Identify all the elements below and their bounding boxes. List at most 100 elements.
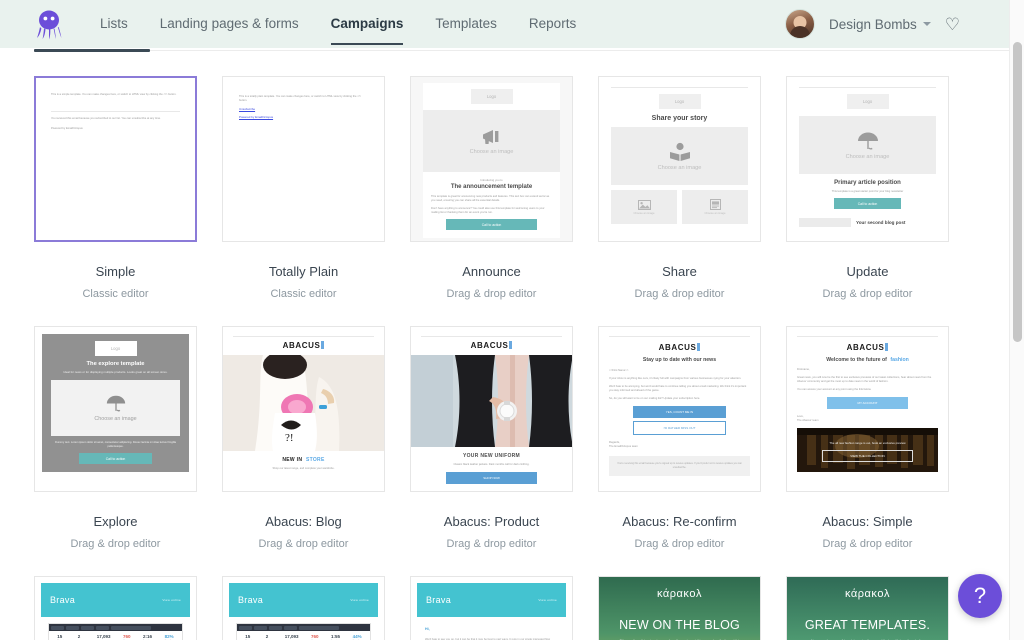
preview-logo: Logo [470,89,513,104]
preview-brand-sub: View online [162,598,181,602]
template-card-totally-plain[interactable]: This is a totally plain template. You ca… [222,76,385,326]
nav-item-lists[interactable]: Lists [84,0,144,48]
template-title: Abacus: Product [443,514,540,529]
preview-para: Never pay for an email template again. U… [787,632,948,640]
template-card-brava-dashboard-2[interactable]: Brava View online 15Projects 2Teams 17,0… [222,576,385,640]
preview-image-placeholder[interactable]: Choose an image [51,379,180,436]
preview-banner: The all new fashion range is out, book a… [797,428,938,473]
template-title: Update [846,264,889,279]
preview-cta-button[interactable]: SHOP NOW [446,472,537,485]
template-card-karakol-blog[interactable]: κάρακоλ NEW ON THE BLOG This month we li… [598,576,761,640]
template-thumbnail[interactable]: ABACUS ?! NEW IN STORE Shop our latest r… [222,326,385,492]
preview-sub-image-1[interactable]: Choose an image [611,190,677,224]
nav-item-reports[interactable]: Reports [513,0,592,48]
template-subtitle: Classic editor [82,288,149,300]
brand-accent-icon [509,341,513,349]
preview-brand: Brava [50,595,76,605]
preview-banner-cta[interactable]: VIEW THE COLLECTION [822,450,913,463]
preview-image-placeholder[interactable]: Choose an image [611,127,748,185]
preview-body: This is a simple template. You can make … [51,93,177,96]
template-title: Share [662,264,697,279]
preview-greeting: <<First Name>> [609,369,629,372]
preview-heading: The explore template [86,361,145,367]
preview-para: Dummy text. Lorem ipsum dolor sit amet, … [55,440,176,448]
brand-accent-icon [697,343,701,351]
template-thumbnail[interactable]: Logo Choose an image Primary article pos… [786,76,949,242]
preview-heading: The announcement template [450,184,533,191]
preview-greeting: Firstname, [797,368,810,371]
nav-item-campaigns[interactable]: Campaigns [315,0,420,48]
template-card-simple[interactable]: This is a simple template. You can make … [34,76,197,326]
subnav-rule-line [34,50,1024,51]
preview-cta-secondary[interactable]: I'D RATHER MISS OUT [632,421,727,436]
template-card-share[interactable]: Logo Share your story Choose an image Ch… [598,76,761,326]
preview-heading: Primary article position [834,180,901,186]
template-thumbnail[interactable]: Brava View online 15Projects 2Teams 17,0… [34,576,197,640]
preview-para-2: Don't have anything to announce? You cou… [431,207,545,215]
template-gallery: This is a simple template. You can make … [0,54,1024,640]
preview-heading-1: Welcome to the future of [826,357,887,363]
preview-para-1: If your inbox is anything like ours, it'… [609,377,742,381]
scrollbar-thumb[interactable] [1013,42,1022,342]
template-thumbnail[interactable]: ABACUS Welcome to the future of fashion … [786,326,949,492]
template-thumbnail[interactable]: Brava View online 15Projects 2Teams 17,0… [222,576,385,640]
preview-brand-bar: Brava View online [229,583,378,617]
template-card-abacus-product[interactable]: ABACUS YOUR NEW UNIFORM Classic black le… [410,326,573,576]
preview-cta-button[interactable]: MY ACCOUNT [826,397,909,410]
account-menu[interactable]: Design Bombs [829,17,931,32]
preview-photo: ?! [223,355,384,451]
template-thumbnail[interactable]: This is a simple template. You can make … [34,76,197,242]
preview-greeting: Hi, [425,627,430,631]
template-card-update[interactable]: Logo Choose an image Primary article pos… [786,76,949,326]
template-card-announce[interactable]: Logo Choose an image Introducing you to [410,76,573,326]
template-subtitle: Drag & drop editor [634,538,725,550]
template-card-abacus-simple[interactable]: ABACUS Welcome to the future of fashion … [786,326,949,576]
help-button[interactable]: ? [958,574,1002,618]
octopus-logo[interactable] [34,8,64,40]
template-thumbnail[interactable]: This is a totally plain template. You ca… [222,76,385,242]
preview-unsubscribe-link[interactable]: Unsubscribe [239,107,368,111]
template-thumbnail[interactable]: ABACUS YOUR NEW UNIFORM Classic black le… [410,326,573,492]
nav-item-landing-pages-forms[interactable]: Landing pages & forms [144,0,315,48]
preview-signoff-2: The EmailOctopus team [609,445,638,449]
template-card-abacus-reconfirm[interactable]: ABACUS Stay up to date with our news <<F… [598,326,761,576]
preview-cta-button[interactable]: Call to action [833,198,902,210]
page-scrollbar[interactable] [1009,0,1024,640]
nav-item-templates[interactable]: Templates [419,0,513,48]
template-thumbnail[interactable]: κάρακоλ GREAT TEMPLATES. Never pay for a… [786,576,949,640]
preview-image-placeholder[interactable]: Choose an image [423,110,560,172]
preview-cta-button[interactable]: Call to action [445,219,538,231]
template-grid: This is a simple template. You can make … [0,54,1024,640]
template-card-karakol-templates[interactable]: κάρακоλ GREAT TEMPLATES. Never pay for a… [786,576,949,640]
template-thumbnail[interactable]: Logo Share your story Choose an image Ch… [598,76,761,242]
template-thumbnail[interactable]: κάρακоλ NEW ON THE BLOG This month we li… [598,576,761,640]
template-card-brava-dashboard-1[interactable]: Brava View online 15Projects 2Teams 17,0… [34,576,197,640]
preview-para-2: We'd hate to be annoying, but we'd would… [609,385,747,393]
template-card-explore[interactable]: Logo The explore template Ideal for news… [34,326,197,576]
preview-powered-link[interactable]: Powered by EmailOctopus [239,115,368,119]
preview-brand: ABACUS [282,341,321,350]
preview-signoff-2: The Abacus' team [797,419,819,423]
template-thumbnail[interactable]: ABACUS Stay up to date with our news <<F… [598,326,761,492]
brand-accent-icon [321,341,325,349]
preview-cta-button[interactable]: Call to action [78,453,153,465]
preview-dashboard: 15Projects 2Teams 17,093Sessions 760User… [236,623,371,640]
chevron-down-icon [922,22,931,26]
template-subtitle: Drag & drop editor [258,538,349,550]
template-thumbnail[interactable]: Logo The explore template Ideal for news… [34,326,197,492]
heart-icon[interactable]: ♡ [945,16,960,33]
template-subtitle: Drag & drop editor [446,288,537,300]
brand-accent-icon [885,343,889,351]
preview-para-2: You can access your account at any point… [797,388,872,392]
template-thumbnail[interactable]: Brava View online Hi, We'd hate to see y… [410,576,573,640]
template-thumbnail[interactable]: Logo Choose an image Introducing you to [410,76,573,242]
picture-icon [637,199,651,210]
preview-image-placeholder[interactable]: Choose an image [799,116,936,174]
preview-sub-image-2[interactable]: Choose an image [682,190,748,224]
template-card-brava-letter[interactable]: Brava View online Hi, We'd hate to see y… [410,576,573,640]
open-book-icon [669,142,690,161]
template-card-abacus-blog[interactable]: ABACUS ?! NEW IN STORE Shop our latest r… [222,326,385,576]
umbrella-icon [857,132,878,150]
preview-cta-primary[interactable]: YES, COUNT ME IN [632,406,727,419]
avatar[interactable] [784,9,815,39]
